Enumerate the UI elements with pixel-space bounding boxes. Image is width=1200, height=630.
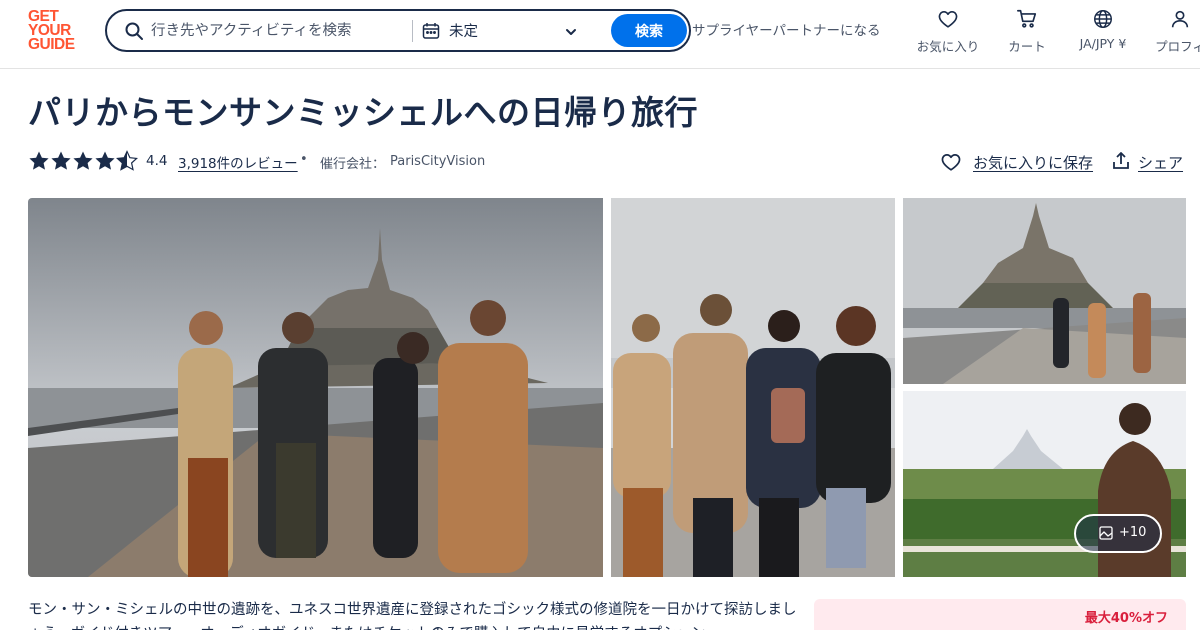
nav-wishlist-label: お気に入り — [916, 39, 980, 54]
calendar-icon — [422, 23, 440, 39]
discount-banner: 最大40%オフ — [814, 599, 1186, 630]
gallery-photo-3[interactable] — [903, 198, 1186, 384]
search-divider — [412, 20, 413, 42]
nav-profile-label: プロフィ — [1155, 39, 1200, 54]
save-to-wishlist-label: お気に入りに保存 — [973, 154, 1094, 172]
rating-value: 4.4 — [146, 153, 168, 169]
nav-profile[interactable]: プロフィ — [1145, 8, 1200, 58]
nav-language-currency[interactable]: JA/JPY ¥ — [1068, 8, 1138, 58]
reviews-link[interactable]: 3,918件のレビュー — [178, 152, 298, 172]
logo-line-3: GUIDE — [28, 36, 75, 53]
share-label: シェア — [1138, 154, 1184, 172]
share-button[interactable]: シェア — [1111, 150, 1191, 174]
search-bar: 未定 検索 — [105, 9, 691, 52]
image-icon — [1099, 526, 1113, 540]
star-rating-icon — [29, 150, 138, 171]
share-icon — [1113, 152, 1129, 169]
globe-icon — [1094, 10, 1112, 28]
gallery-photo-2[interactable] — [611, 198, 895, 577]
nav-currency-label: JA/JPY ¥ — [1079, 36, 1127, 51]
walking-group-photo — [611, 198, 895, 577]
mont-saint-michel-group-photo — [28, 198, 603, 577]
chevron-down-icon — [566, 29, 576, 35]
heart-icon — [938, 11, 958, 28]
page-title: パリからモンサンミッシェルへの日帰り旅行 — [28, 93, 698, 132]
search-input[interactable] — [151, 17, 401, 45]
activity-description: モン・サン・ミシェルの中世の遺跡を、ユネスコ世界遺産に登録されたゴシック様式の修… — [28, 602, 797, 630]
date-label: 未定 — [449, 24, 478, 40]
nav-wishlist[interactable]: お気に入り — [912, 8, 984, 58]
operator-label: 催行会社： — [320, 157, 386, 172]
more-photos-count: +10 — [1119, 525, 1147, 540]
search-button[interactable]: 検索 — [611, 14, 687, 47]
search-icon — [125, 22, 143, 40]
supplier-partner-link[interactable]: サプライヤーパートナーになる — [692, 19, 880, 39]
activity-meta-row: 4.4 3,918件のレビュー • 催行会社： ParisCityVision … — [28, 150, 1188, 174]
site-header: GET YOUR GUIDE 未定 検索 サプライヤーパートナーになる お気に入… — [0, 0, 1200, 69]
separator-dot: • — [300, 152, 308, 167]
date-picker[interactable]: 未定 — [422, 15, 582, 47]
nav-cart-label: カート — [1008, 39, 1046, 54]
cart-icon — [1017, 9, 1037, 28]
user-icon — [1171, 10, 1189, 28]
nav-cart[interactable]: カート — [1001, 8, 1053, 58]
heart-icon — [941, 153, 961, 171]
mont-view-photo — [903, 198, 1186, 384]
discount-badge: 最大40%オフ — [1084, 611, 1168, 626]
getyourguide-logo[interactable]: GET YOUR GUIDE — [28, 9, 84, 53]
more-photos-button[interactable]: +10 — [1074, 514, 1162, 553]
gallery-main-photo[interactable] — [28, 198, 603, 577]
operator-name[interactable]: ParisCityVision — [390, 154, 485, 169]
